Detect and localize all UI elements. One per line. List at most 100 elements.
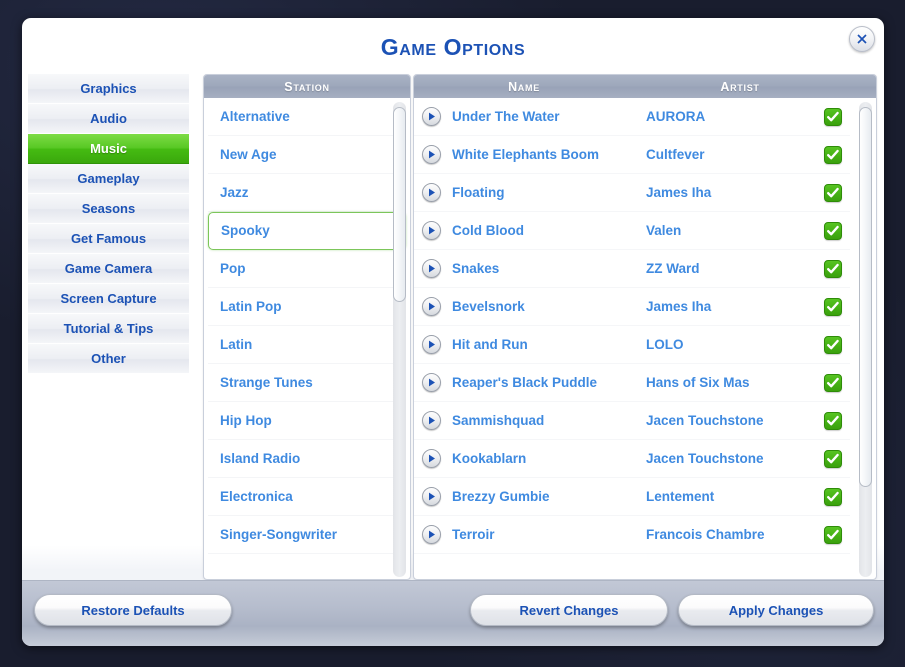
song-row[interactable]: Floating James Iha xyxy=(414,174,850,212)
station-row[interactable]: Electronica xyxy=(208,478,406,516)
station-column-header: Station xyxy=(204,75,410,98)
song-enabled-checkbox[interactable] xyxy=(824,145,842,164)
song-artist: Cultfever xyxy=(646,147,705,162)
sidebar-item-other[interactable]: Other xyxy=(28,344,189,374)
song-enabled-checkbox[interactable] xyxy=(824,107,842,126)
song-enabled-checkbox[interactable] xyxy=(824,335,842,354)
song-name: White Elephants Boom xyxy=(452,147,600,162)
song-artist: Jacen Touchstone xyxy=(646,413,764,428)
sidebar-item-music[interactable]: Music xyxy=(28,134,189,164)
song-name: Under The Water xyxy=(452,109,560,124)
station-row[interactable]: Alternative xyxy=(208,98,406,136)
sidebar-item-gameplay[interactable]: Gameplay xyxy=(28,164,189,194)
song-name: Snakes xyxy=(452,261,500,276)
song-enabled-checkbox[interactable] xyxy=(824,411,842,430)
song-row[interactable]: Hit and Run LOLO xyxy=(414,326,850,364)
song-scrollbar-thumb[interactable] xyxy=(859,106,872,487)
revert-changes-button[interactable]: Revert Changes xyxy=(470,594,668,626)
song-row[interactable]: Under The Water AURORA xyxy=(414,98,850,136)
song-artist: AURORA xyxy=(646,109,706,124)
play-icon[interactable] xyxy=(422,183,441,202)
song-row[interactable]: Brezzy Gumbie Lentement xyxy=(414,478,850,516)
song-row[interactable]: Cold Blood Valen xyxy=(414,212,850,250)
game-options-dialog: Game Options Graphics Audio Music Gameplay S… xyxy=(22,18,884,646)
station-row[interactable]: Spooky xyxy=(208,212,406,250)
play-icon[interactable] xyxy=(422,525,441,544)
restore-defaults-button[interactable]: Restore Defaults xyxy=(34,594,232,626)
station-row[interactable]: Strange Tunes xyxy=(208,364,406,402)
play-icon[interactable] xyxy=(422,335,441,354)
song-artist-header-label: Artist xyxy=(720,79,760,94)
song-scrollbar-track[interactable] xyxy=(859,102,872,577)
station-scrollbar-track[interactable] xyxy=(393,102,406,577)
song-enabled-checkbox[interactable] xyxy=(824,373,842,392)
sidebar-item-game-camera[interactable]: Game Camera xyxy=(28,254,189,284)
sidebar-item-graphics[interactable]: Graphics xyxy=(28,74,189,104)
song-enabled-checkbox[interactable] xyxy=(824,259,842,278)
song-column-header: Name Artist xyxy=(414,75,876,98)
station-row[interactable]: Jazz xyxy=(208,174,406,212)
song-row[interactable]: Terroir Francois Chambre xyxy=(414,516,850,554)
play-icon[interactable] xyxy=(422,297,441,316)
song-enabled-checkbox[interactable] xyxy=(824,487,842,506)
close-icon[interactable] xyxy=(849,26,875,52)
song-artist: Lentement xyxy=(646,489,715,504)
play-icon[interactable] xyxy=(422,107,441,126)
play-icon[interactable] xyxy=(422,449,441,468)
play-icon[interactable] xyxy=(422,259,441,278)
song-artist: Hans of Six Mas xyxy=(646,375,750,390)
sidebar-item-tutorial-tips[interactable]: Tutorial & Tips xyxy=(28,314,189,344)
station-row[interactable]: Singer-Songwriter xyxy=(208,516,406,554)
song-row[interactable]: Snakes ZZ Ward xyxy=(414,250,850,288)
dialog-footer: Restore Defaults Revert Changes Apply Ch… xyxy=(22,580,884,646)
play-icon[interactable] xyxy=(422,411,441,430)
song-artist: Francois Chambre xyxy=(646,527,765,542)
song-row[interactable]: Reaper's Black Puddle Hans of Six Mas xyxy=(414,364,850,402)
song-row[interactable]: Bevelsnork James Iha xyxy=(414,288,850,326)
station-header-label: Station xyxy=(284,79,330,94)
song-name: Terroir xyxy=(452,527,495,542)
sidebar-item-screen-capture[interactable]: Screen Capture xyxy=(28,284,189,314)
station-rows-container: Alternative New Age Jazz Spooky Pop Latin Pop… xyxy=(204,98,410,554)
song-row[interactable]: Kookablarn Jacen Touchstone xyxy=(414,440,850,478)
station-row[interactable]: Latin xyxy=(208,326,406,364)
station-row[interactable]: Hip Hop xyxy=(208,402,406,440)
song-artist: Jacen Touchstone xyxy=(646,451,764,466)
sidebar-item-audio[interactable]: Audio xyxy=(28,104,189,134)
song-list-panel: Name Artist Under The Water AURORA White E… xyxy=(413,74,877,580)
station-row[interactable]: Island Radio xyxy=(208,440,406,478)
station-row[interactable]: Latin Pop xyxy=(208,288,406,326)
song-enabled-checkbox[interactable] xyxy=(824,525,842,544)
play-icon[interactable] xyxy=(422,145,441,164)
song-name: Floating xyxy=(452,185,505,200)
station-row[interactable]: Pop xyxy=(208,250,406,288)
play-icon[interactable] xyxy=(422,373,441,392)
page-title: Game Options xyxy=(380,34,526,60)
song-artist: James Iha xyxy=(646,185,712,200)
song-row[interactable]: White Elephants Boom Cultfever xyxy=(414,136,850,174)
song-enabled-checkbox[interactable] xyxy=(824,221,842,240)
play-icon[interactable] xyxy=(422,221,441,240)
play-icon[interactable] xyxy=(422,487,441,506)
station-list-body: Alternative New Age Jazz Spooky Pop Latin Pop… xyxy=(204,98,410,579)
song-enabled-checkbox[interactable] xyxy=(824,183,842,202)
song-enabled-checkbox[interactable] xyxy=(824,297,842,316)
song-row[interactable]: Sammishquad Jacen Touchstone xyxy=(414,402,850,440)
station-list-panel: Station Alternative New Age Jazz Spooky Pop L… xyxy=(203,74,411,580)
song-artist: ZZ Ward xyxy=(646,261,700,276)
dialog-title-bar: Game Options xyxy=(22,18,884,74)
song-artist: LOLO xyxy=(646,337,684,352)
song-rows-container: Under The Water AURORA White Elephants Boo… xyxy=(414,98,876,554)
sidebar-item-get-famous[interactable]: Get Famous xyxy=(28,224,189,254)
station-scrollbar-thumb[interactable] xyxy=(393,106,406,302)
song-name: Hit and Run xyxy=(452,337,528,352)
song-name: Sammishquad xyxy=(452,413,545,428)
apply-changes-button[interactable]: Apply Changes xyxy=(678,594,874,626)
song-enabled-checkbox[interactable] xyxy=(824,449,842,468)
station-row[interactable]: New Age xyxy=(208,136,406,174)
dialog-content: Graphics Audio Music Gameplay Seasons Get Fam… xyxy=(22,74,884,580)
song-name-header-label: Name xyxy=(508,79,540,94)
song-name: Brezzy Gumbie xyxy=(452,489,550,504)
sidebar-item-seasons[interactable]: Seasons xyxy=(28,194,189,224)
song-name: Bevelsnork xyxy=(452,299,525,314)
